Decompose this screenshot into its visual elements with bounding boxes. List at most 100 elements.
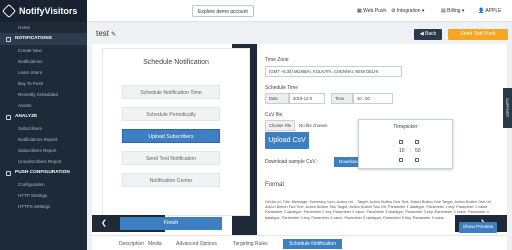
option-notification-center[interactable]: Notification Center xyxy=(122,173,220,187)
sidebar-label: Notifications xyxy=(18,59,43,64)
step-schedule-notification[interactable]: Schedule Notification xyxy=(283,239,342,249)
prev-arrow-icon[interactable]: ❮ xyxy=(101,219,107,227)
back-arrow-icon: ◀ xyxy=(419,31,424,37)
option-send-test-notification[interactable]: Send Test Notification xyxy=(122,151,220,165)
sidebar-item-notifications[interactable]: Notifications xyxy=(0,56,87,67)
timepicker-separator: : xyxy=(410,148,412,154)
sidebar-section-notifications[interactable]: NOTIFICATIONS xyxy=(0,33,87,45)
timepicker-minute[interactable]: 50 xyxy=(415,148,421,154)
sidebar-label: HTTP Settings xyxy=(18,193,48,198)
timepicker-hour[interactable]: 10 xyxy=(399,148,405,154)
user-menu[interactable]: 👤 APPLE xyxy=(478,5,501,17)
back-button[interactable]: ◀ Back xyxy=(414,29,442,40)
section-icon xyxy=(6,170,11,176)
step-targeting-rules[interactable]: Targeting Rules xyxy=(233,239,268,249)
step-description[interactable]: Description xyxy=(119,239,144,249)
sidebar-label: Create New xyxy=(18,48,42,53)
sidebar-label: PUSH CONFIGURATION xyxy=(15,170,70,175)
sidebar-item-subscribers[interactable]: Subscribers xyxy=(0,123,87,134)
billing-menu[interactable]: ▤ Billing ▾ xyxy=(441,5,464,17)
back-label: Back xyxy=(425,31,437,37)
option-schedule-periodically[interactable]: Schedule Periodically xyxy=(122,107,220,121)
sidebar-label: Buy To Push xyxy=(18,81,44,86)
step-media[interactable]: Media xyxy=(148,239,162,249)
send-test-push-button[interactable]: Send Test Push xyxy=(448,29,508,40)
integration-menu[interactable]: ⚙ Integration ▾ xyxy=(391,5,424,17)
gear-icon: ⚙ xyxy=(391,8,396,14)
hour-up-icon[interactable] xyxy=(399,140,403,144)
choose-file-button[interactable]: Choose File xyxy=(265,120,295,131)
sidebar-label: Recently Scheduled xyxy=(18,92,59,97)
web-push-link[interactable]: ▦ Web Push xyxy=(357,5,386,17)
format-label: Format xyxy=(265,182,285,188)
sidebar-item-learn-intent[interactable]: Learn Intent xyxy=(0,67,87,78)
date-label: Date xyxy=(265,93,289,104)
timepicker-popup: Timepicker 10 : 50 xyxy=(358,119,453,169)
sidebar-label: NOTIFICATIONS xyxy=(15,36,52,41)
sidebar-section-push-configuration[interactable]: PUSH CONFIGURATION xyxy=(0,167,87,179)
step-breadcrumbs: Description Media Advanced Options Targetin… xyxy=(92,235,507,250)
sidebar-label: Home xyxy=(18,25,31,30)
sidebar-item-subscribers-report[interactable]: Subscribers Report xyxy=(0,145,87,156)
section-icon xyxy=(6,36,11,42)
time-label: Time xyxy=(331,93,353,104)
sidebar-label: Notifications Report xyxy=(18,137,58,142)
sidebar-item-recently-scheduled[interactable]: Recently Scheduled xyxy=(0,89,87,100)
sidebar-section-analyze[interactable]: ANALYZE xyxy=(0,111,87,123)
sidebar-item-buy-to-push[interactable]: Buy To Push xyxy=(0,78,87,89)
sidebar-item-notifications-report[interactable]: Notifications Report xyxy=(0,134,87,145)
timezone-select[interactable]: (GMT +5:30) MUMBAI, KOLKATA, CHENNAI, NE… xyxy=(265,66,402,77)
sidebar-item-configuration[interactable]: Configuration xyxy=(0,179,87,190)
minute-up-icon[interactable] xyxy=(415,140,419,144)
upload-csv-button[interactable]: Upload CsV xyxy=(265,132,309,149)
sidebar-label: Configuration xyxy=(18,182,45,187)
sidebar-nav: Home NOTIFICATIONS Create New Notifications… xyxy=(0,22,87,212)
timezone-value: (GMT +5:30) MUMBAI, KOLKATA, CHENNAI, NE… xyxy=(269,69,379,74)
sidebar-label: Unsubscribers Report xyxy=(18,159,62,164)
option-upload-subscribers[interactable]: Upload Subscribers xyxy=(122,129,220,143)
explore-demo-button[interactable]: Explore demo account xyxy=(192,5,254,17)
schedule-options-panel: Schedule Notification Schedule Notificat… xyxy=(102,48,250,216)
section-icon xyxy=(6,114,11,120)
finish-button[interactable]: Finish xyxy=(120,217,222,230)
page-title: test ✎ xyxy=(96,29,116,38)
integration-label: Integration xyxy=(396,8,421,14)
sidebar-label: Subscribers Report xyxy=(18,148,57,153)
billing-label: Billing xyxy=(447,8,461,14)
brand-name: NotifyVisitors xyxy=(19,6,78,16)
show-preview-button[interactable]: Show Preview xyxy=(459,222,497,233)
sidebar-item-unsubscribers-report[interactable]: Unsubscribers Report xyxy=(0,156,87,167)
minute-down-icon[interactable] xyxy=(415,158,419,162)
step-advanced-options[interactable]: Advanced Options xyxy=(176,239,217,249)
web-push-icon: ▦ xyxy=(357,8,362,14)
download-sample-label: Download sample CsV : xyxy=(265,159,319,165)
support-tab[interactable]: SUPPORT xyxy=(503,88,512,128)
sidebar-label: HTTPS Settings xyxy=(18,204,51,209)
no-file-text: No file chosen xyxy=(299,123,328,128)
billing-icon: ▤ xyxy=(441,8,446,14)
sidebar-item-create-new[interactable]: Create New xyxy=(0,45,87,56)
chevron-down-icon: ▾ xyxy=(461,8,465,14)
option-schedule-notification-time[interactable]: Schedule Notification Time xyxy=(122,85,220,99)
chevron-down-icon: ▾ xyxy=(421,8,425,14)
sidebar-item-assets[interactable]: Assets xyxy=(0,100,87,111)
sidebar-item-http-settings[interactable]: HTTP Settings xyxy=(0,190,87,201)
sidebar-label: Learn Intent xyxy=(18,70,43,75)
time-input[interactable]: 10 : 50 xyxy=(353,93,393,104)
timezone-label: Time Zone xyxy=(265,57,289,63)
sidebar-label: Subscribers xyxy=(18,126,42,131)
schedule-time-label: Schedule Time xyxy=(265,85,299,91)
hour-down-icon[interactable] xyxy=(399,158,403,162)
user-icon: 👤 xyxy=(478,8,485,14)
timepicker-title: Timepicker xyxy=(393,124,418,130)
edit-pencil-icon[interactable]: ✎ xyxy=(111,32,116,38)
date-input[interactable]: 2019-12-0 xyxy=(289,93,325,104)
brand-logo[interactable]: NotifyVisitors xyxy=(0,0,87,22)
sidebar-item-https-settings[interactable]: HTTPS Settings xyxy=(0,201,87,212)
sidebar-item-home[interactable]: Home xyxy=(0,22,87,33)
sidebar: NotifyVisitors Home NOTIFICATIONS Create N… xyxy=(0,0,87,250)
sidebar-label: Assets xyxy=(18,103,32,108)
sidebar-label: ANALYZE xyxy=(15,114,38,119)
page-title-text: test xyxy=(96,29,109,38)
logo-icon xyxy=(1,3,17,19)
